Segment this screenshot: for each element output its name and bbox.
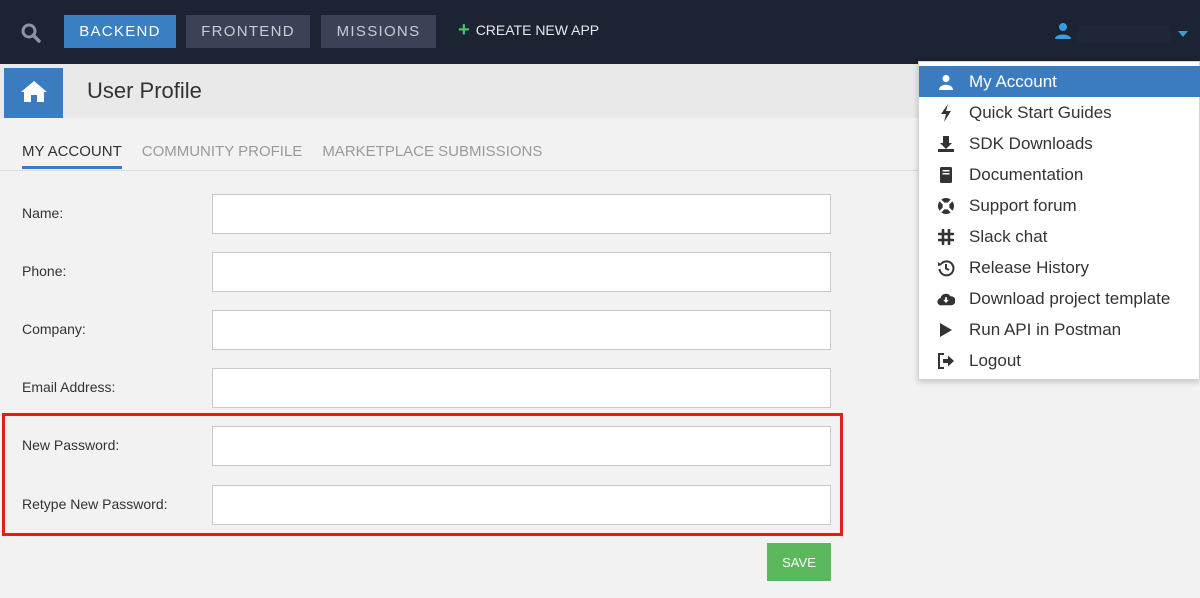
email-label: Email Address: xyxy=(22,379,116,395)
phone-field[interactable] xyxy=(212,252,831,292)
download-icon xyxy=(937,135,955,153)
create-new-app-button[interactable]: + CREATE NEW APP xyxy=(458,19,600,41)
menu-item-label: Support forum xyxy=(969,195,1077,215)
plus-icon: + xyxy=(458,19,470,41)
home-button[interactable] xyxy=(4,68,63,118)
search-icon[interactable] xyxy=(20,22,42,44)
menu-item-label: Run API in Postman xyxy=(969,319,1122,339)
menu-item-support-forum[interactable]: Support forum xyxy=(919,190,1200,221)
cloud-download-icon xyxy=(937,290,955,308)
user-menu-toggle[interactable] xyxy=(1054,22,1188,45)
company-label: Company: xyxy=(22,321,86,337)
menu-item-label: Logout xyxy=(969,350,1021,370)
slack-icon xyxy=(937,228,955,246)
name-field[interactable] xyxy=(212,194,831,234)
menu-item-logout[interactable]: Logout xyxy=(919,345,1200,376)
tab-community-profile[interactable]: COMMUNITY PROFILE xyxy=(142,143,303,169)
nav-backend-button[interactable]: BACKEND xyxy=(64,15,176,48)
tab-marketplace-submissions[interactable]: MARKETPLACE SUBMISSIONS xyxy=(322,143,542,169)
tabs-divider xyxy=(0,170,918,171)
company-field[interactable] xyxy=(212,310,831,350)
new-password-label: New Password: xyxy=(22,437,120,453)
retype-password-label: Retype New Password: xyxy=(22,496,168,512)
retype-password-field[interactable] xyxy=(212,485,831,525)
lifebuoy-icon xyxy=(937,197,955,215)
create-new-app-label: CREATE NEW APP xyxy=(475,22,600,38)
menu-item-label: Quick Start Guides xyxy=(969,102,1112,122)
save-button[interactable]: SAVE xyxy=(767,543,831,581)
menu-item-label: Documentation xyxy=(969,164,1084,184)
menu-item-label: Download project template xyxy=(969,288,1171,308)
name-label: Name: xyxy=(22,205,64,221)
menu-item-label: Release History xyxy=(969,257,1089,277)
phone-label: Phone: xyxy=(22,263,67,279)
menu-item-run-postman[interactable]: Run API in Postman xyxy=(919,314,1200,345)
play-icon xyxy=(937,321,955,339)
menu-item-sdk-downloads[interactable]: SDK Downloads xyxy=(919,128,1200,159)
book-icon xyxy=(937,166,955,184)
menu-item-label: My Account xyxy=(969,71,1057,91)
top-navbar: BACKEND FRONTEND MISSIONS + CREATE NEW A… xyxy=(0,0,1200,64)
new-password-field[interactable] xyxy=(212,426,831,466)
home-icon xyxy=(20,79,48,108)
menu-item-download-template[interactable]: Download project template xyxy=(919,283,1200,314)
menu-item-label: Slack chat xyxy=(969,226,1048,246)
user-icon xyxy=(937,73,955,91)
chevron-down-icon xyxy=(1178,30,1188,37)
page-title: User Profile xyxy=(87,78,202,103)
menu-item-documentation[interactable]: Documentation xyxy=(919,159,1200,190)
user-dropdown-menu: My Account Quick Start Guides SDK Downlo… xyxy=(918,61,1200,380)
tab-my-account[interactable]: MY ACCOUNT xyxy=(22,143,122,169)
logout-icon xyxy=(937,352,955,370)
menu-item-label: SDK Downloads xyxy=(969,133,1093,153)
menu-item-my-account[interactable]: My Account xyxy=(919,66,1200,97)
bolt-icon xyxy=(937,103,955,122)
username-redacted xyxy=(1078,24,1170,43)
profile-tabs: MY ACCOUNT COMMUNITY PROFILE MARKETPLACE… xyxy=(22,143,542,169)
email-field[interactable] xyxy=(212,368,831,408)
history-icon xyxy=(937,259,955,277)
nav-missions-button[interactable]: MISSIONS xyxy=(321,15,436,48)
menu-item-slack-chat[interactable]: Slack chat xyxy=(919,221,1200,252)
nav-frontend-button[interactable]: FRONTEND xyxy=(186,15,310,48)
user-icon xyxy=(1054,22,1072,45)
menu-item-quick-start[interactable]: Quick Start Guides xyxy=(919,97,1200,128)
menu-item-release-history[interactable]: Release History xyxy=(919,252,1200,283)
